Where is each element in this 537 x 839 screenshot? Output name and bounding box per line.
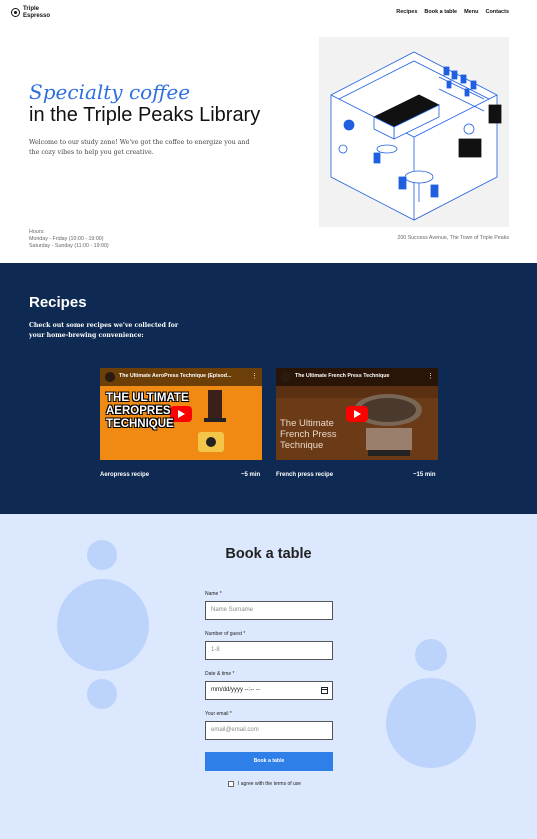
- video-french-press[interactable]: The Ultimate French Press Technique ⋮ Th…: [276, 368, 438, 460]
- more-vert-icon[interactable]: ⋮: [427, 372, 434, 380]
- hours-label: Hours:: [29, 229, 45, 235]
- logo[interactable]: Triple Espresso: [11, 6, 53, 19]
- guests-input[interactable]: 1-8: [205, 641, 333, 660]
- nav-link-recipes[interactable]: Recipes: [396, 9, 417, 15]
- booking-section: Book a table Name * Name Surname Number …: [0, 514, 537, 839]
- hours-weekday: Monday - Friday (10:00 - 19:00): [29, 236, 104, 242]
- logo-text: Triple Espresso: [23, 6, 51, 19]
- nav-link-menu[interactable]: Menu: [464, 9, 478, 15]
- nav-link-book-a-table[interactable]: Book a table: [424, 9, 457, 15]
- site-header: Triple Espresso Recipes Book a table Men…: [0, 0, 537, 26]
- calendar-icon[interactable]: [321, 687, 328, 694]
- guests-label: Number of guest *: [205, 631, 246, 637]
- video-thumb-text: The Ultimate French Press Technique: [280, 418, 337, 451]
- video-thumb-text: THE ULTIMATE AEROPRES TECHNIQUE: [106, 392, 189, 430]
- recipes-section: Recipes Check out some recipes we've col…: [0, 263, 537, 514]
- hours-weekend: Saturday - Sunday (11:00 - 19:00): [29, 243, 109, 249]
- booking-title: Book a table: [225, 546, 312, 562]
- datetime-input[interactable]: mm/dd/yyyy --:-- --: [205, 681, 333, 700]
- datetime-label: Date & time *: [205, 671, 235, 677]
- video-title: The Ultimate AeroPress Technique (Episod…: [119, 373, 232, 379]
- name-input[interactable]: Name Surname: [205, 601, 333, 620]
- hero-title-accent: Specialty coffee: [29, 80, 191, 104]
- logo-icon: [11, 8, 20, 17]
- terms-label: I agree with the terms of use: [238, 781, 302, 787]
- opening-hours: Hours: Monday - Friday (10:00 - 19:00) S…: [29, 229, 109, 250]
- decor-bubble: [386, 678, 476, 768]
- video-duration-aeropress: ~5 min: [241, 472, 261, 478]
- address: 200 Success Avenue, The Town of Triple P…: [397, 235, 509, 241]
- decor-bubble: [415, 639, 447, 671]
- checkbox-icon[interactable]: [228, 781, 234, 787]
- email-label: Your email *: [205, 711, 232, 717]
- video-caption-french-press: French press recipe: [276, 472, 334, 478]
- hero-description: Welcome to our study zone! We've got the…: [29, 139, 250, 156]
- nav-link-contacts[interactable]: Contacts: [485, 9, 509, 15]
- cafe-illustration: [319, 37, 509, 227]
- main-nav: Recipes Book a table Menu Contacts: [396, 9, 509, 15]
- email-input[interactable]: email@email.com: [205, 721, 333, 740]
- video-title: The Ultimate French Press Technique: [295, 373, 390, 379]
- video-aeropress[interactable]: The Ultimate AeroPress Technique (Episod…: [100, 368, 262, 460]
- recipes-description: Check out some recipes we've collected f…: [29, 322, 179, 339]
- hero-title-main: in the Triple Peaks Library: [29, 104, 261, 126]
- decor-bubble: [87, 679, 117, 709]
- book-table-button[interactable]: Book a table: [205, 752, 333, 771]
- decor-bubble: [57, 579, 149, 671]
- name-label: Name *: [205, 591, 222, 597]
- terms-agreement: I agree with the terms of use: [228, 781, 301, 787]
- video-caption-aeropress: Aeropress recipe: [100, 472, 150, 478]
- recipes-title: Recipes: [29, 294, 87, 311]
- datetime-placeholder: mm/dd/yyyy --:-- --: [211, 687, 260, 693]
- video-duration-french-press: ~15 min: [413, 472, 436, 478]
- more-vert-icon[interactable]: ⋮: [251, 372, 258, 380]
